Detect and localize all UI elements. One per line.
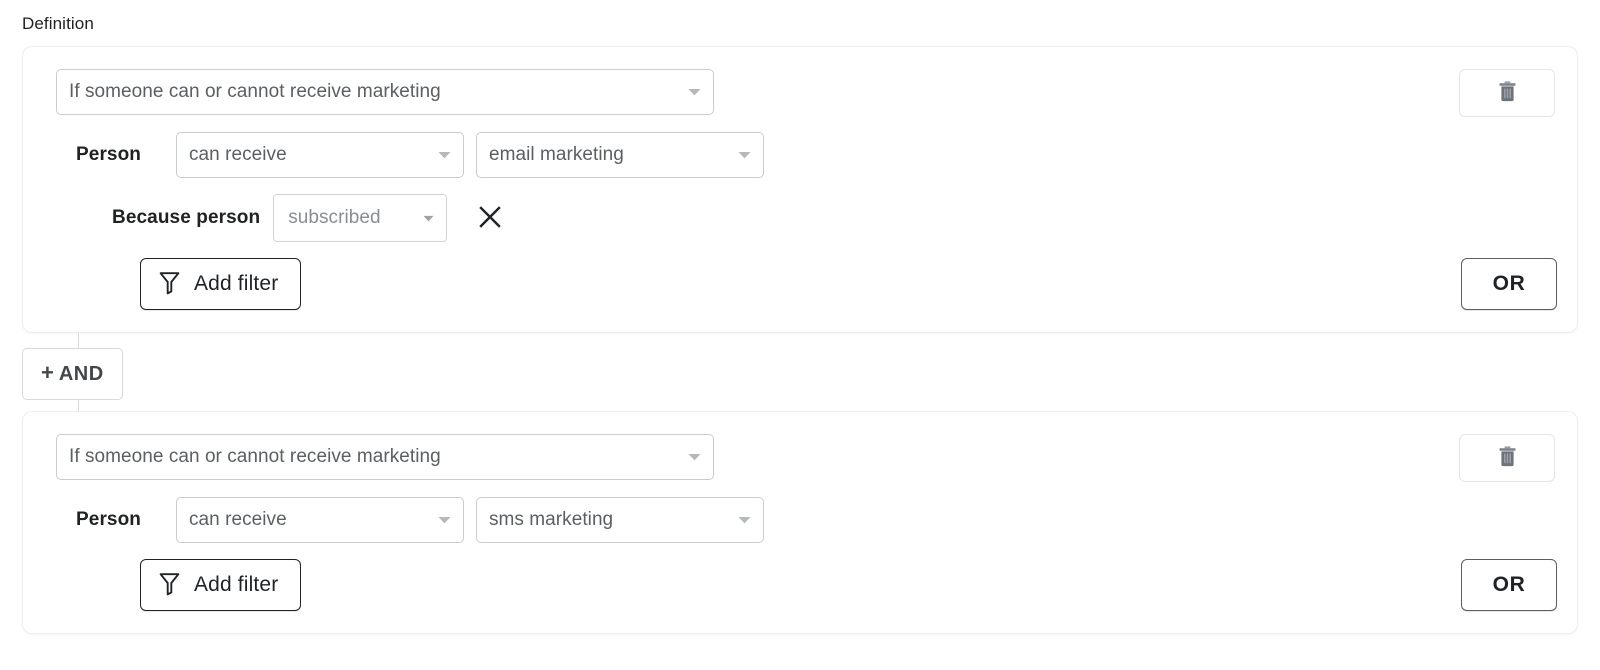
add-filter-label-2: Add filter bbox=[194, 573, 278, 597]
or-button-label-1: OR bbox=[1493, 272, 1526, 296]
condition-card-1: If someone can or cannot receive marketi… bbox=[22, 46, 1578, 333]
channel-select-value-2: sms marketing bbox=[489, 509, 613, 531]
spacer bbox=[22, 403, 1578, 411]
reason-select-value-1: subscribed bbox=[288, 207, 380, 229]
person-label-1: Person bbox=[76, 144, 164, 166]
operator-select-1[interactable]: can receive bbox=[176, 132, 464, 178]
chevron-down-icon bbox=[417, 215, 434, 222]
trigger-select-2[interactable]: If someone can or cannot receive marketi… bbox=[56, 434, 714, 480]
add-and-group-button[interactable]: + AND bbox=[22, 348, 123, 400]
delete-condition-button-1[interactable] bbox=[1459, 69, 1555, 117]
trash-icon bbox=[1498, 446, 1517, 470]
close-icon bbox=[478, 205, 502, 232]
add-filter-button-1[interactable]: Add filter bbox=[140, 258, 301, 310]
reason-select-1[interactable]: subscribed bbox=[273, 194, 447, 242]
chevron-down-icon bbox=[428, 151, 451, 159]
trigger-row-1: If someone can or cannot receive marketi… bbox=[56, 69, 1557, 115]
add-and-group-label: AND bbox=[59, 363, 104, 386]
operator-select-value-1: can receive bbox=[189, 144, 287, 166]
chevron-down-icon bbox=[728, 151, 751, 159]
delete-condition-button-2[interactable] bbox=[1459, 434, 1555, 482]
channel-select-value-1: email marketing bbox=[489, 144, 624, 166]
person-label-2: Person bbox=[76, 509, 164, 531]
remove-reason-button-1[interactable] bbox=[473, 201, 507, 235]
channel-select-1[interactable]: email marketing bbox=[476, 132, 764, 178]
chevron-down-icon bbox=[728, 516, 751, 524]
and-connector: + AND bbox=[22, 333, 1578, 403]
chevron-down-icon bbox=[428, 516, 451, 524]
add-filter-button-2[interactable]: Add filter bbox=[140, 559, 301, 611]
trigger-row-2: If someone can or cannot receive marketi… bbox=[56, 434, 1557, 480]
card-footer-2: Add filter OR bbox=[56, 559, 1557, 611]
add-filter-label-1: Add filter bbox=[194, 272, 278, 296]
reason-label-1: Because person bbox=[112, 207, 260, 229]
or-button-1[interactable]: OR bbox=[1461, 258, 1557, 310]
filter-funnel-icon bbox=[159, 271, 180, 298]
trash-icon bbox=[1498, 81, 1517, 105]
plus-icon: + bbox=[41, 362, 54, 384]
channel-select-2[interactable]: sms marketing bbox=[476, 497, 764, 543]
page-title: Definition bbox=[22, 0, 1578, 46]
definition-builder: Definition If someone ca bbox=[0, 0, 1600, 670]
operator-select-2[interactable]: can receive bbox=[176, 497, 464, 543]
or-button-2[interactable]: OR bbox=[1461, 559, 1557, 611]
person-row-1: Person can receive email marketing bbox=[56, 132, 1557, 178]
person-row-2: Person can receive sms marketing bbox=[56, 497, 1557, 543]
trigger-select-value-2: If someone can or cannot receive marketi… bbox=[69, 446, 441, 468]
reason-row-1: Because person subscribed bbox=[56, 194, 1557, 242]
trigger-select-1[interactable]: If someone can or cannot receive marketi… bbox=[56, 69, 714, 115]
or-button-label-2: OR bbox=[1493, 573, 1526, 597]
chevron-down-icon bbox=[678, 453, 701, 461]
card-footer-1: Add filter OR bbox=[56, 258, 1557, 310]
operator-select-value-2: can receive bbox=[189, 509, 287, 531]
chevron-down-icon bbox=[678, 88, 701, 96]
condition-card-2: If someone can or cannot receive marketi… bbox=[22, 411, 1578, 634]
filter-funnel-icon bbox=[159, 572, 180, 599]
trigger-select-value-1: If someone can or cannot receive marketi… bbox=[69, 81, 441, 103]
